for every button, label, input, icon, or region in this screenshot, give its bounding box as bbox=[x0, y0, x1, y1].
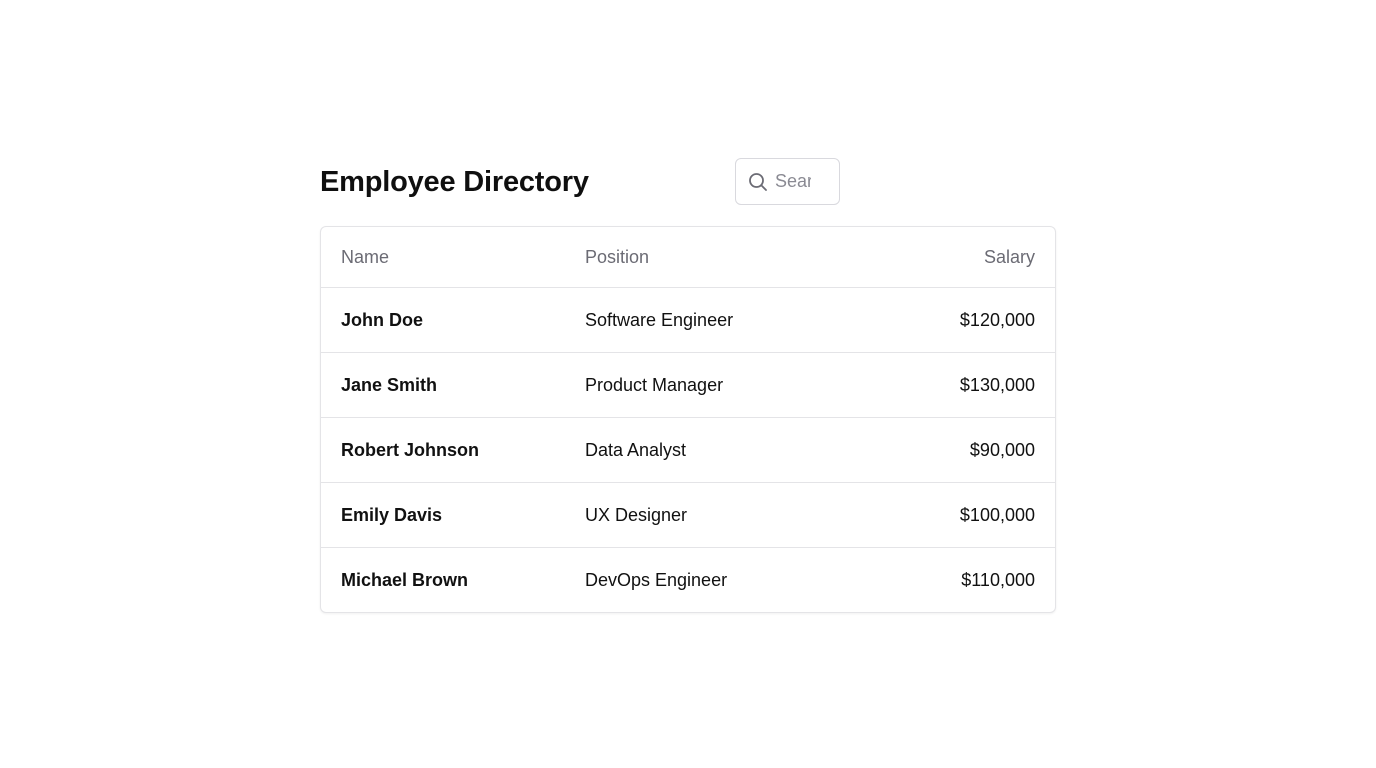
table-row[interactable]: John Doe Software Engineer $120,000 bbox=[321, 287, 1055, 353]
cell-name: Jane Smith bbox=[321, 352, 565, 418]
cell-position: Data Analyst bbox=[565, 417, 885, 483]
search-input[interactable] bbox=[775, 159, 811, 204]
search-box[interactable] bbox=[735, 158, 840, 205]
cell-position: Software Engineer bbox=[565, 287, 885, 353]
table-row[interactable]: Michael Brown DevOps Engineer $110,000 bbox=[321, 548, 1055, 613]
cell-name: John Doe bbox=[321, 287, 565, 353]
table-row[interactable]: Jane Smith Product Manager $130,000 bbox=[321, 352, 1055, 418]
employee-table: Name Position Salary John Doe Software E… bbox=[320, 226, 1056, 613]
table-row[interactable]: Robert Johnson Data Analyst $90,000 bbox=[321, 417, 1055, 483]
employee-directory-page: Employee Directory Name Position Salary bbox=[320, 157, 1056, 613]
cell-name: Robert Johnson bbox=[321, 417, 565, 483]
cell-salary: $120,000 bbox=[885, 287, 1055, 353]
table-row[interactable]: Emily Davis UX Designer $100,000 bbox=[321, 482, 1055, 548]
page-title: Employee Directory bbox=[320, 166, 589, 198]
table-header-row: Name Position Salary bbox=[321, 227, 1055, 288]
search-icon bbox=[748, 172, 768, 192]
cell-salary: $110,000 bbox=[961, 569, 1035, 590]
cell-position: Product Manager bbox=[565, 352, 885, 418]
cell-salary: $100,000 bbox=[885, 482, 1055, 548]
cell-salary: $130,000 bbox=[885, 352, 1055, 418]
cell-position: UX Designer bbox=[565, 482, 885, 548]
cell-name: Michael Brown bbox=[341, 569, 469, 590]
cell-salary: $90,000 bbox=[885, 417, 1055, 483]
page-header: Employee Directory bbox=[320, 157, 1056, 207]
cell-position: DevOps Engineer bbox=[585, 569, 728, 590]
column-header-position[interactable]: Position bbox=[565, 227, 885, 288]
cell-name: Emily Davis bbox=[321, 482, 565, 548]
column-header-name[interactable]: Name bbox=[321, 227, 565, 288]
column-header-salary[interactable]: Salary bbox=[885, 227, 1055, 288]
